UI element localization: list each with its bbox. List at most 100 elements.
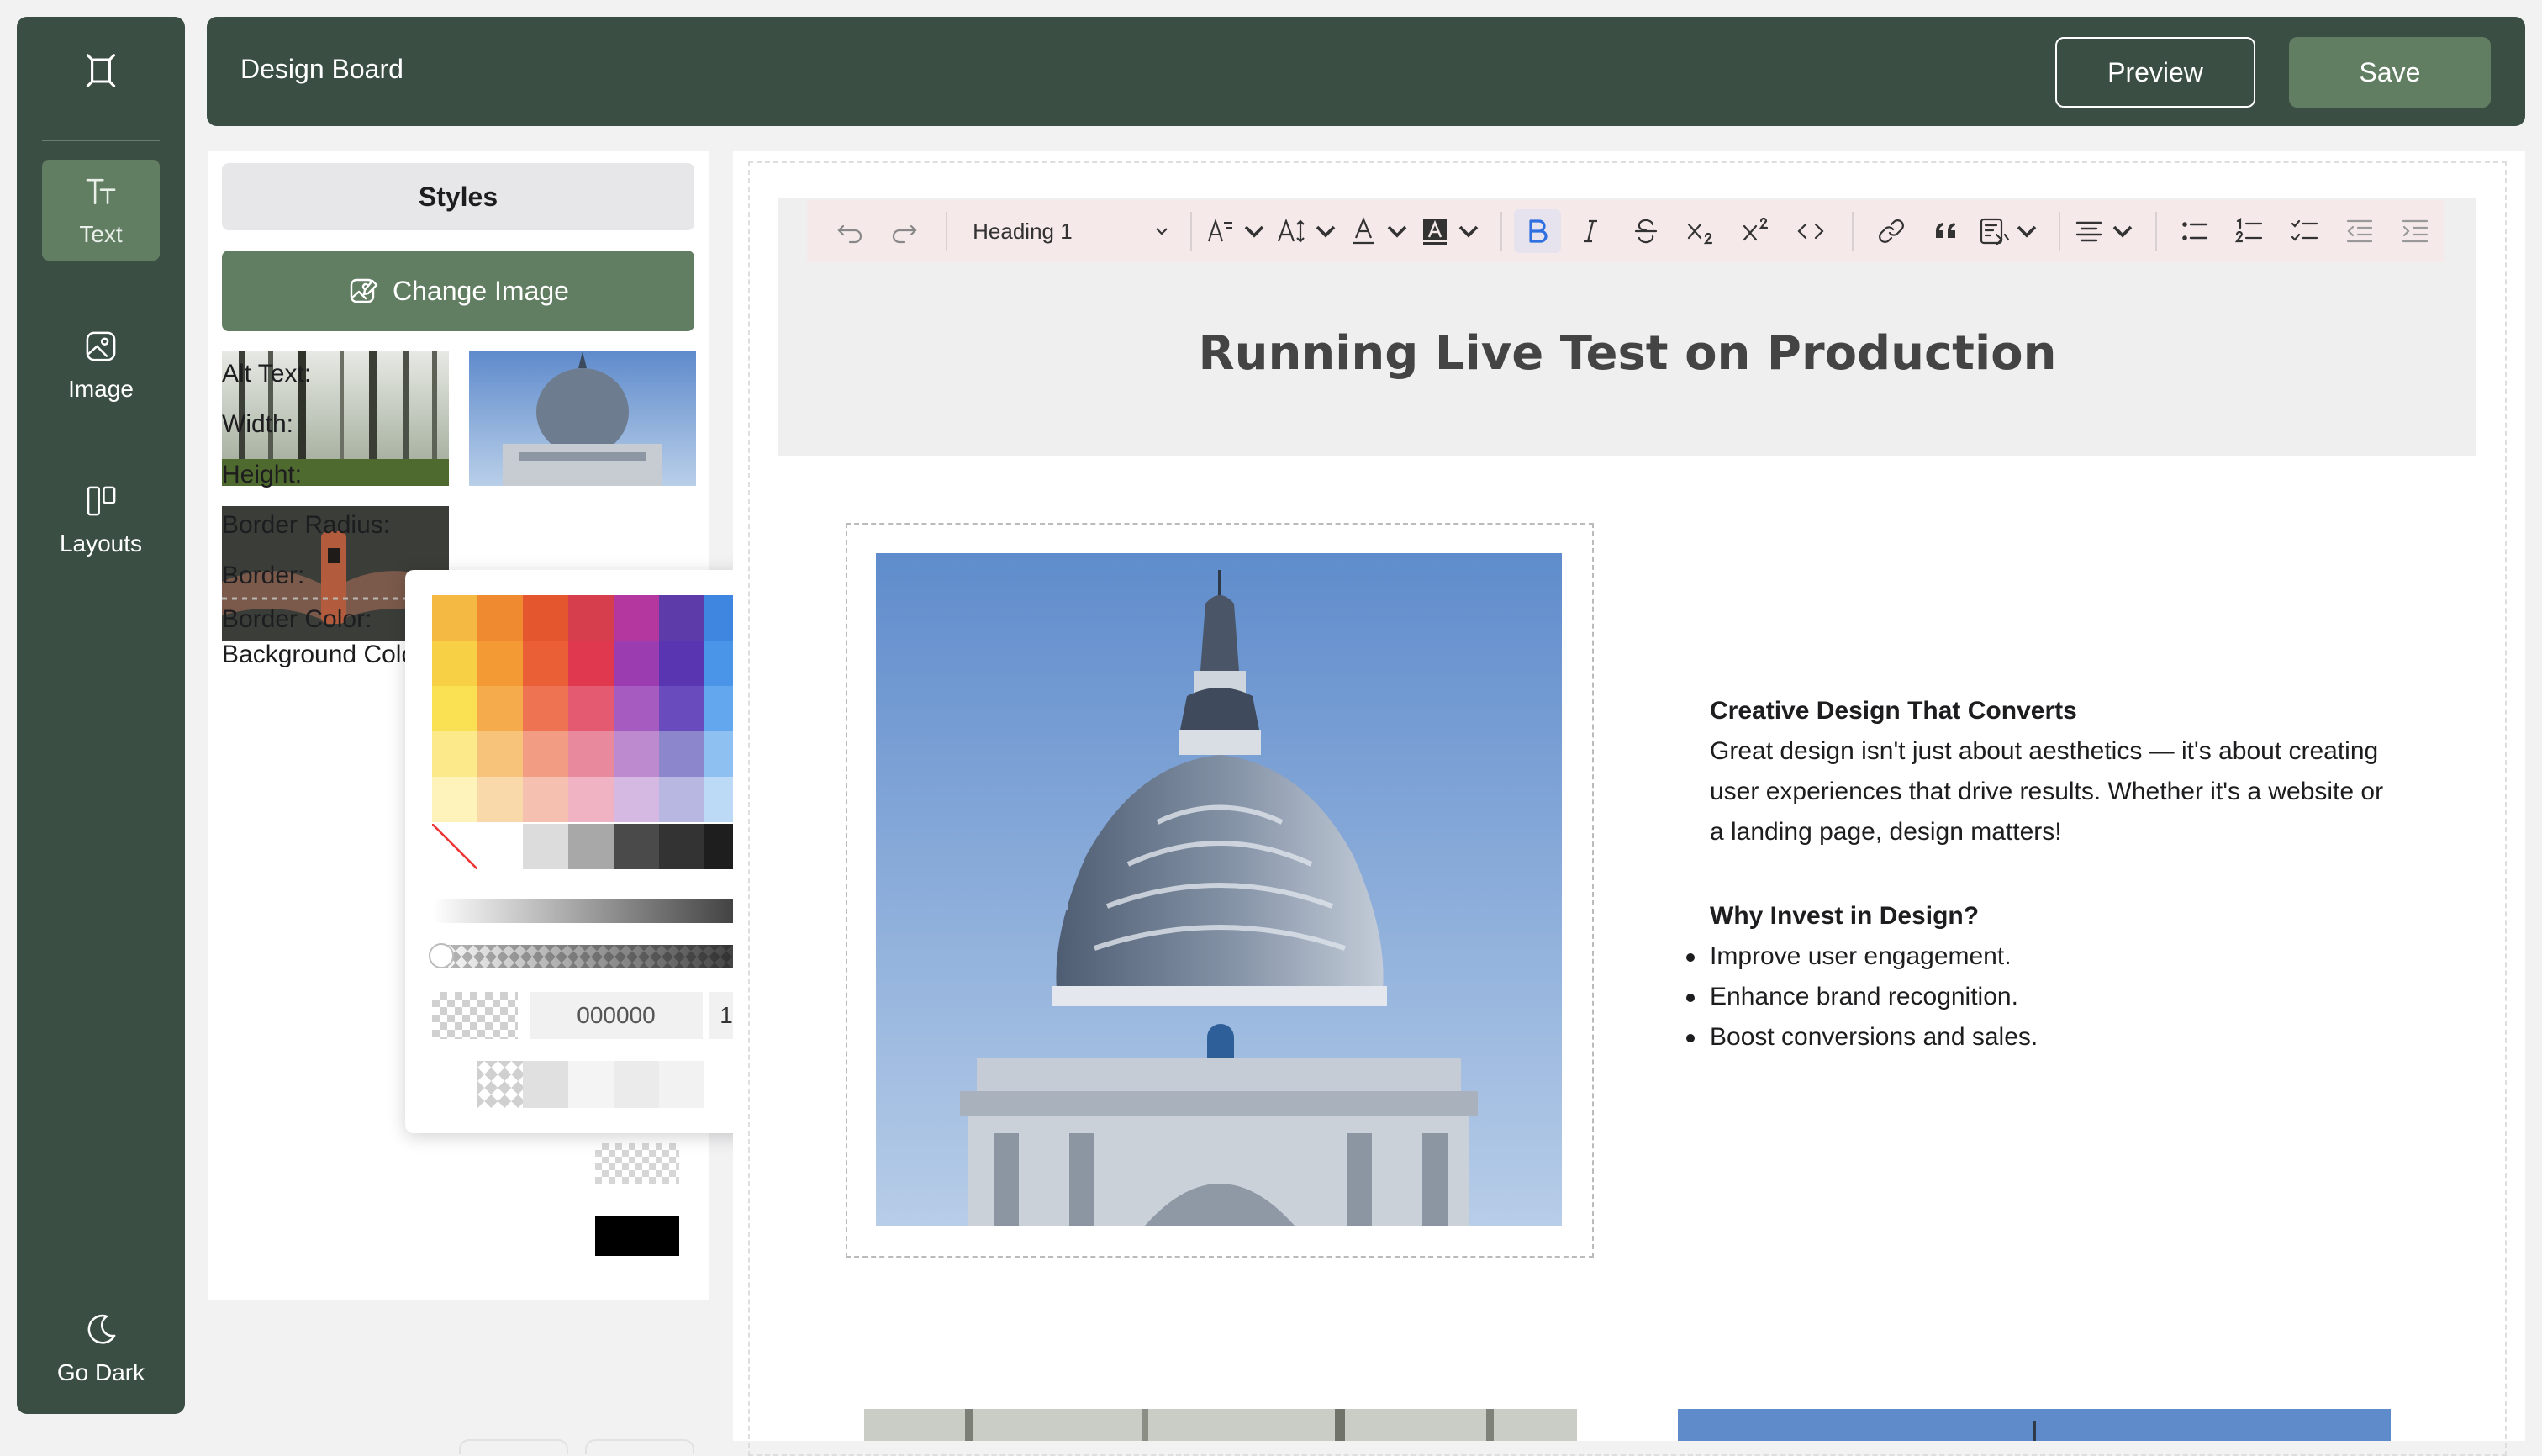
moon-icon	[87, 1314, 116, 1344]
color-swatch[interactable]	[523, 824, 568, 869]
color-swatch[interactable]	[659, 777, 704, 822]
go-dark-button[interactable]: Go Dark	[42, 1298, 160, 1399]
color-swatch[interactable]	[659, 686, 704, 731]
block-type-value: Heading 1	[973, 218, 1073, 244]
recent-color-swatch[interactable]	[659, 1061, 704, 1108]
border-label: Border:	[222, 562, 305, 589]
color-swatch[interactable]	[523, 686, 568, 731]
color-swatch[interactable]	[432, 595, 477, 641]
font-color-button[interactable]	[1347, 209, 1415, 253]
checklist-button[interactable]	[2279, 209, 2331, 253]
color-swatch[interactable]	[523, 731, 568, 777]
quote-button[interactable]	[1921, 209, 1973, 253]
recent-color-swatch[interactable]	[614, 1061, 659, 1108]
color-swatch[interactable]	[432, 641, 477, 686]
change-image-button[interactable]: Change Image	[222, 251, 694, 331]
color-swatch[interactable]	[614, 641, 659, 686]
color-swatch[interactable]	[523, 777, 568, 822]
color-swatch[interactable]	[659, 641, 704, 686]
color-swatch[interactable]	[432, 777, 477, 822]
color-swatch[interactable]	[568, 731, 614, 777]
numbered-list-button[interactable]	[2223, 209, 2276, 253]
dome-image[interactable]	[876, 553, 1562, 1226]
link-button[interactable]	[1865, 209, 1917, 253]
panel-control-stub[interactable]	[585, 1439, 694, 1454]
color-swatch[interactable]	[568, 824, 614, 869]
chevron-down-icon	[1316, 225, 1336, 238]
section-title: Creative Design That Converts	[1710, 697, 2077, 725]
border-color-swatch[interactable]	[595, 1143, 679, 1184]
alpha-slider-handle[interactable]	[429, 943, 454, 968]
rail-item-layouts[interactable]: Layouts	[42, 469, 160, 570]
dome-image-secondary[interactable]	[1678, 1409, 2391, 1441]
recent-color-swatch[interactable]	[432, 1061, 477, 1108]
color-swatch[interactable]	[614, 686, 659, 731]
font-size-button[interactable]	[1275, 209, 1343, 253]
recent-color-swatch[interactable]	[523, 1061, 568, 1108]
outdent-button[interactable]	[2334, 209, 2386, 253]
preview-button[interactable]: Preview	[2055, 37, 2255, 108]
color-swatch[interactable]	[568, 686, 614, 731]
content-text-block[interactable]: Creative Design That Converts Great desi…	[1686, 691, 2399, 1058]
color-swatch[interactable]	[523, 641, 568, 686]
rail-item-image[interactable]: Image	[42, 314, 160, 415]
list-item: Enhance brand recognition.	[1686, 977, 2399, 1017]
color-swatch[interactable]	[477, 731, 523, 777]
color-swatch[interactable]	[614, 595, 659, 641]
recent-color-swatch[interactable]	[477, 1061, 523, 1108]
redo-button[interactable]	[879, 209, 931, 253]
color-swatch[interactable]	[523, 595, 568, 641]
color-swatch[interactable]	[659, 731, 704, 777]
color-swatch[interactable]	[477, 595, 523, 641]
height-label: Height:	[222, 461, 303, 488]
rail-item-text[interactable]: Text	[42, 160, 160, 261]
change-image-label: Change Image	[393, 275, 569, 306]
superscript-button[interactable]	[1730, 209, 1782, 253]
undo-button[interactable]	[824, 209, 876, 253]
toolbar-divider	[1189, 212, 1192, 251]
align-button[interactable]	[2072, 209, 2140, 253]
chevron-down-icon	[2017, 225, 2036, 238]
no-color-swatch[interactable]	[432, 824, 477, 869]
current-color-swatch	[432, 992, 518, 1039]
color-swatch[interactable]	[614, 777, 659, 822]
forest-image[interactable]	[864, 1409, 1577, 1441]
app-title: Design Board	[240, 54, 403, 84]
recent-color-swatch[interactable]	[568, 1061, 614, 1108]
color-swatch[interactable]	[614, 824, 659, 869]
bulleted-list-button[interactable]	[2169, 209, 2221, 253]
save-button[interactable]: Save	[2289, 37, 2491, 108]
document-heading[interactable]: Running Live Test on Production	[778, 326, 2476, 381]
color-swatch[interactable]	[432, 731, 477, 777]
font-family-icon	[1208, 218, 1233, 242]
block-type-select[interactable]: Heading 1	[959, 209, 1179, 253]
color-swatch[interactable]	[659, 824, 704, 869]
image-thumbnail-dome[interactable]	[469, 351, 696, 486]
color-swatch[interactable]	[568, 641, 614, 686]
color-swatch[interactable]	[477, 824, 523, 869]
color-swatch[interactable]	[477, 777, 523, 822]
color-swatch[interactable]	[477, 641, 523, 686]
highlight-color-button[interactable]	[1417, 209, 1485, 253]
color-swatch[interactable]	[432, 686, 477, 731]
color-swatch[interactable]	[568, 777, 614, 822]
panel-control-stub[interactable]	[459, 1439, 568, 1454]
italic-button[interactable]	[1564, 209, 1616, 253]
indent-button[interactable]	[2389, 209, 2441, 253]
indent-icon	[2402, 219, 2429, 243]
rail-divider	[42, 140, 160, 141]
hex-input[interactable]	[530, 992, 703, 1039]
strikethrough-button[interactable]	[1620, 209, 1672, 253]
code-button[interactable]	[1785, 209, 1838, 253]
subscript-button[interactable]	[1674, 209, 1727, 253]
background-color-swatch[interactable]	[595, 1216, 679, 1256]
chevron-down-icon	[1156, 228, 1168, 235]
color-swatch[interactable]	[568, 595, 614, 641]
color-swatch[interactable]	[659, 595, 704, 641]
bold-button[interactable]	[1514, 209, 1562, 253]
color-swatch[interactable]	[477, 686, 523, 731]
color-swatch[interactable]	[614, 731, 659, 777]
insert-block-button[interactable]	[1975, 209, 2044, 253]
font-family-button[interactable]	[1204, 209, 1272, 253]
top-bar: Design Board Preview Save	[207, 17, 2525, 126]
